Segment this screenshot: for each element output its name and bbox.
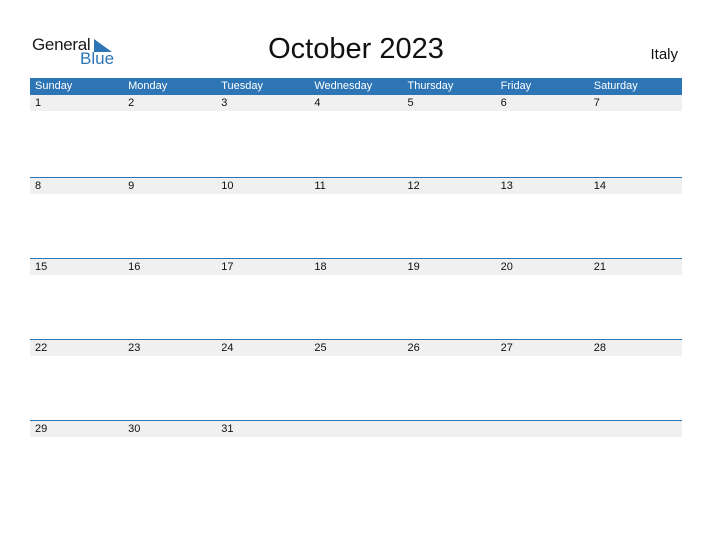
date-strip: 1 2 3 4 5 6 7 bbox=[30, 95, 682, 111]
day-cell: 1 bbox=[35, 97, 42, 109]
day-cell: 31 bbox=[221, 423, 234, 435]
day-cell: 23 bbox=[128, 342, 141, 354]
date-strip: 29 30 31 bbox=[30, 421, 682, 437]
day-cell: 4 bbox=[314, 97, 321, 109]
day-cell: 21 bbox=[593, 261, 606, 273]
weeks-container: 1 2 3 4 5 6 7 8 9 10 11 12 13 14 15 16 17 18 19 20 21 22 23 24 2… bbox=[30, 95, 682, 501]
weekday-sunday: Sunday bbox=[35, 80, 73, 92]
day-cell: 3 bbox=[221, 97, 228, 109]
week-row: 15 16 17 18 19 20 21 bbox=[30, 258, 682, 339]
day-cell: 18 bbox=[314, 261, 327, 273]
day-cell: 16 bbox=[128, 261, 141, 273]
day-cell: 14 bbox=[593, 180, 606, 192]
weekday-saturday: Saturday bbox=[593, 80, 638, 92]
week-row: 1 2 3 4 5 6 7 bbox=[30, 95, 682, 177]
weekday-wednesday: Wednesday bbox=[314, 80, 373, 92]
day-cell: 6 bbox=[500, 97, 507, 109]
calendar-grid: Sunday Monday Tuesday Wednesday Thursday… bbox=[30, 78, 682, 501]
weekday-monday: Monday bbox=[128, 80, 168, 92]
day-cell: 30 bbox=[128, 423, 141, 435]
day-cell: 17 bbox=[221, 261, 234, 273]
weekday-friday: Friday bbox=[500, 80, 532, 92]
week-row: 22 23 24 25 26 27 28 bbox=[30, 339, 682, 420]
day-cell: 2 bbox=[128, 97, 135, 109]
date-strip: 8 9 10 11 12 13 14 bbox=[30, 178, 682, 194]
day-cell: 10 bbox=[221, 180, 234, 192]
week-row: 8 9 10 11 12 13 14 bbox=[30, 177, 682, 258]
weekday-header: Sunday Monday Tuesday Wednesday Thursday… bbox=[30, 78, 682, 95]
day-cell: 28 bbox=[593, 342, 606, 354]
date-strip: 15 16 17 18 19 20 21 bbox=[30, 259, 682, 275]
day-cell: 12 bbox=[407, 180, 420, 192]
day-cell: 9 bbox=[128, 180, 135, 192]
day-cell: 15 bbox=[35, 261, 48, 273]
day-cell bbox=[403, 421, 496, 437]
day-cell: 26 bbox=[407, 342, 420, 354]
day-cell: 20 bbox=[500, 261, 513, 273]
day-cell: 7 bbox=[593, 97, 600, 109]
day-cell: 22 bbox=[35, 342, 48, 354]
date-strip: 22 23 24 25 26 27 28 bbox=[30, 340, 682, 356]
day-cell bbox=[309, 421, 402, 437]
day-cell: 8 bbox=[35, 180, 42, 192]
day-cell bbox=[589, 421, 682, 437]
day-cell bbox=[496, 421, 589, 437]
week-row: 29 30 31 bbox=[30, 420, 682, 501]
page-title: October 2023 bbox=[268, 33, 444, 65]
day-cell: 27 bbox=[500, 342, 513, 354]
day-cell: 13 bbox=[500, 180, 513, 192]
weekday-tuesday: Tuesday bbox=[221, 80, 264, 92]
day-cell: 24 bbox=[221, 342, 234, 354]
country-label: Italy bbox=[650, 46, 678, 63]
weekday-thursday: Thursday bbox=[407, 80, 454, 92]
day-cell: 29 bbox=[35, 423, 48, 435]
day-cell: 25 bbox=[314, 342, 327, 354]
day-cell: 5 bbox=[407, 97, 414, 109]
day-cell: 19 bbox=[407, 261, 420, 273]
day-cell: 11 bbox=[314, 180, 326, 192]
